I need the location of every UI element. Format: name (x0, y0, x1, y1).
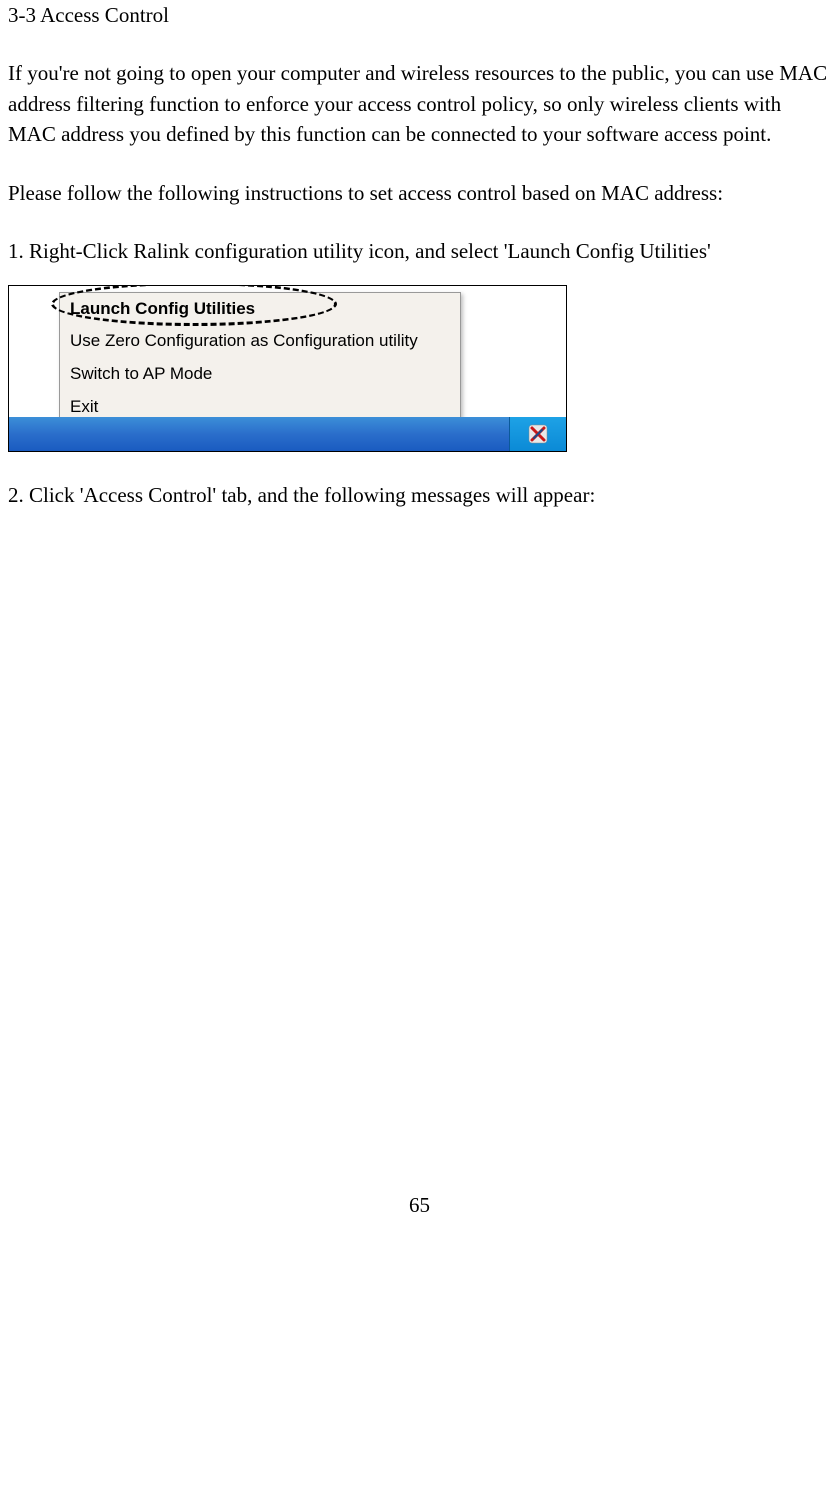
context-menu: Launch Config Utilities Use Zero Configu… (59, 292, 461, 425)
follow-paragraph: Please follow the following instructions… (8, 178, 831, 208)
menu-item-switch-ap-mode[interactable]: Switch to AP Mode (60, 358, 460, 391)
menu-item-use-zero-config[interactable]: Use Zero Configuration as Configuration … (60, 325, 460, 358)
step-1-text: 1. Right-Click Ralink configuration util… (8, 236, 831, 266)
context-menu-screenshot: Launch Config Utilities Use Zero Configu… (8, 285, 567, 452)
menu-item-launch-config[interactable]: Launch Config Utilities (60, 293, 460, 326)
page-number: 65 (8, 1190, 831, 1220)
system-tray (509, 417, 566, 451)
intro-paragraph: If you're not going to open your compute… (8, 58, 831, 149)
step-2-text: 2. Click 'Access Control' tab, and the f… (8, 480, 831, 510)
ralink-tray-icon[interactable] (528, 424, 548, 444)
taskbar (9, 417, 566, 451)
section-title: 3-3 Access Control (8, 0, 831, 30)
